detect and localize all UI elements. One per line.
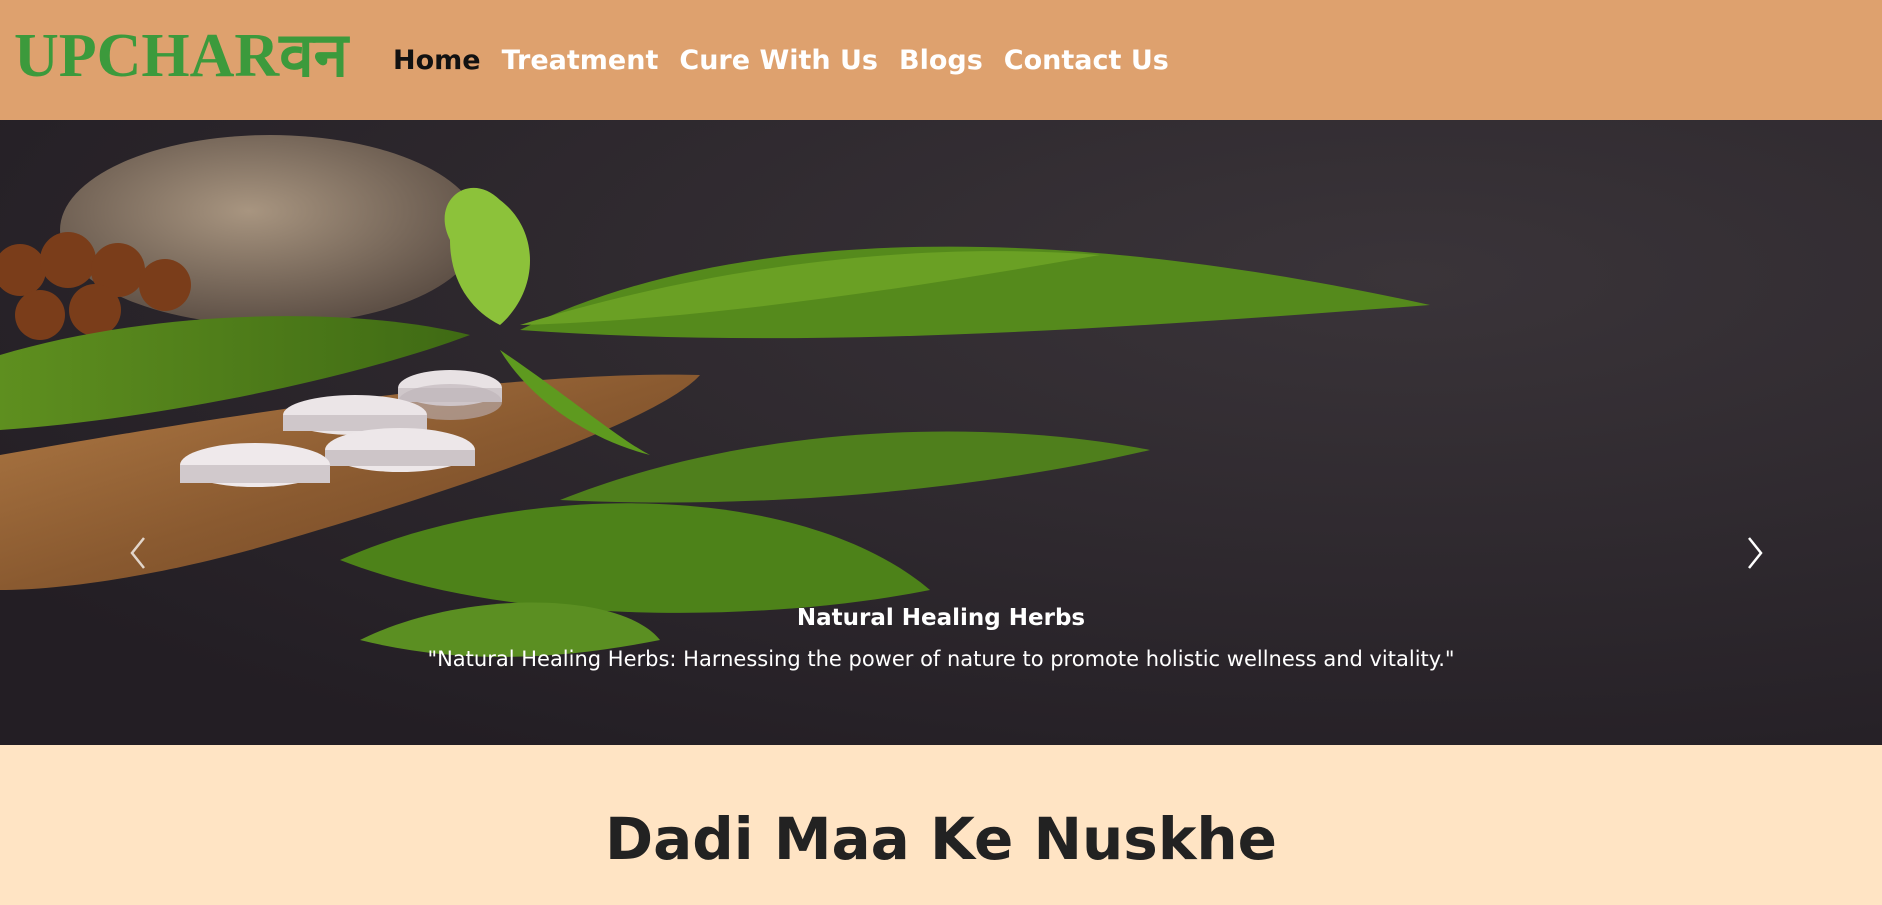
- nav-link-cure-with-us[interactable]: Cure With Us: [679, 45, 878, 76]
- carousel-prev-icon[interactable]: [120, 528, 160, 578]
- nav-link-home[interactable]: Home: [393, 45, 481, 76]
- nav-links: Home Treatment Cure With Us Blogs Contac…: [393, 0, 1190, 120]
- navbar: UPCHARवन Home Treatment Cure With Us Blo…: [0, 0, 1882, 120]
- carousel-caption-title: Natural Healing Herbs: [796, 605, 1086, 631]
- brand-logo[interactable]: UPCHARवन: [14, 22, 348, 90]
- carousel-next-icon[interactable]: [1733, 528, 1773, 578]
- carousel-caption-text: "Natural Healing Herbs: Harnessing the p…: [427, 647, 1455, 671]
- section-title: Dadi Maa Ke Nuskhe: [604, 805, 1278, 873]
- nav-link-blogs[interactable]: Blogs: [899, 45, 983, 76]
- nav-link-treatment[interactable]: Treatment: [502, 45, 659, 76]
- nav-link-contact-us[interactable]: Contact Us: [1004, 45, 1169, 76]
